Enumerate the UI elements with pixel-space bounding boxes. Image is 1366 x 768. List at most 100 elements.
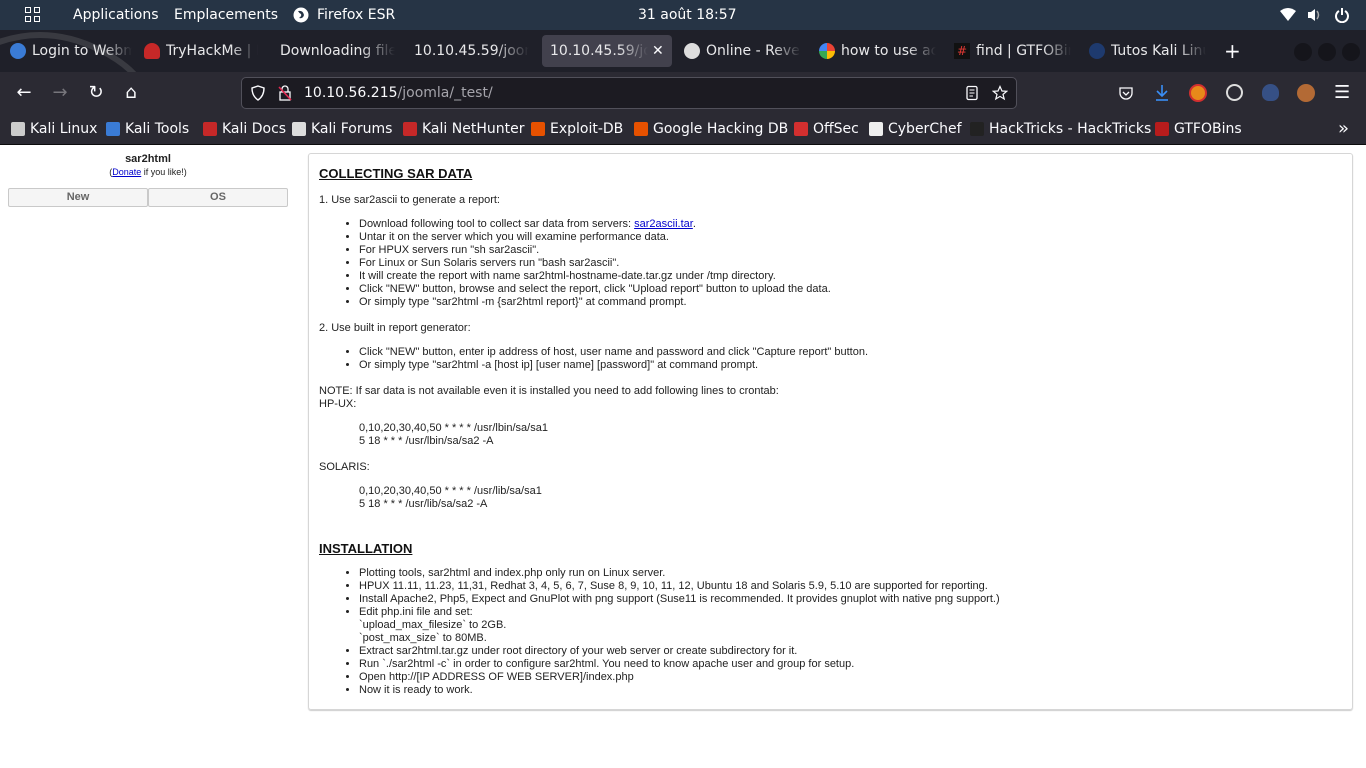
bookmarks-toolbar: Kali Linux Kali Tools Kali Docs Kali For… (0, 114, 1366, 145)
bookmarks-overflow-icon[interactable]: » (1338, 114, 1349, 144)
list-item: Edit php.ini file and set:`upload_max_fi… (359, 606, 1342, 645)
tab-gtfobins-find[interactable]: # find | GTFOBin (954, 35, 1074, 67)
forward-icon[interactable]: → (50, 83, 70, 103)
new-button[interactable]: New (8, 188, 148, 207)
wifi-icon[interactable] (1280, 7, 1296, 23)
tab-downloading-files[interactable]: Downloading files (280, 35, 398, 67)
volume-icon[interactable] (1306, 7, 1322, 23)
kali-tools-icon (106, 122, 120, 136)
power-icon[interactable] (1334, 7, 1350, 23)
insecure-lock-icon[interactable] (277, 85, 293, 101)
web-page: sar2html (Donate if you like!) New OS CO… (0, 145, 1366, 768)
navigation-toolbar: ← → ↻ ⌂ 10.10.56.215/joomla/_test/ ☰ (0, 72, 1366, 114)
url-text[interactable]: 10.10.56.215/joomla/_test/ (304, 78, 493, 108)
bookmark-kali-nethunter[interactable]: Kali NetHunter (403, 114, 524, 144)
bookmark-kali-forums[interactable]: Kali Forums (292, 114, 392, 144)
hacktricks-icon (970, 122, 984, 136)
collecting-sar-data-heading: COLLECTING SAR DATA (319, 166, 473, 181)
google-icon (819, 43, 835, 59)
bookmark-offsec[interactable]: OffSec (794, 114, 859, 144)
new-tab-button[interactable]: + (1224, 35, 1241, 67)
bookmark-star-icon[interactable] (992, 85, 1008, 101)
donate-link[interactable]: Donate (112, 167, 141, 177)
help-panel: COLLECTING SAR DATA 1. Use sar2ascii to … (308, 153, 1353, 710)
step2-text: 2. Use built in report generator: (319, 322, 471, 334)
list-item: Untar it on the server which you will ex… (359, 231, 1342, 244)
hpux-cron-lines: 0,10,20,30,40,50 * * * * /usr/lbin/sa/sa… (359, 422, 548, 447)
address-bar[interactable]: 10.10.56.215/joomla/_test/ (241, 77, 1017, 109)
solaris-label: SOLARIS: (319, 461, 370, 473)
bookmark-exploit-db[interactable]: Exploit-DB (531, 114, 623, 144)
tab-tutos-kali[interactable]: Tutos Kali Linu (1089, 35, 1209, 67)
active-app-menu[interactable]: Firefox ESR (293, 0, 395, 30)
step1-text: 1. Use sar2ascii to generate a report: (319, 194, 500, 206)
os-button[interactable]: OS (148, 188, 288, 207)
kali-docs-icon (203, 122, 217, 136)
skull-icon (684, 43, 700, 59)
cookie-extension-icon[interactable] (1226, 84, 1243, 101)
bookmark-google-hacking-db[interactable]: Google Hacking DB (634, 114, 788, 144)
close-window-button[interactable] (1342, 43, 1360, 61)
tab-joomla-1[interactable]: 10.10.45.59/joom (414, 35, 532, 67)
kali-forums-icon (292, 122, 306, 136)
bookmark-kali-linux[interactable]: Kali Linux (11, 114, 97, 144)
installation-heading: INSTALLATION (319, 541, 413, 556)
bookmark-gtfobins[interactable]: GTFOBins (1155, 114, 1242, 144)
list-item: Open http://[IP ADDRESS OF WEB SERVER]/i… (359, 671, 1342, 684)
reload-icon[interactable]: ↻ (86, 83, 106, 103)
list-item: Or simply type "sar2html -a [host ip] [u… (359, 359, 1342, 372)
app-grid-icon[interactable] (25, 7, 41, 23)
applications-menu[interactable]: Applications (73, 0, 159, 30)
offsec-icon (794, 122, 808, 136)
nethunter-icon (403, 122, 417, 136)
close-tab-icon[interactable]: ✕ (652, 35, 664, 67)
bookmark-kali-docs[interactable]: Kali Docs (203, 114, 286, 144)
shield-icon[interactable] (250, 85, 266, 101)
downloads-icon[interactable] (1154, 84, 1170, 102)
list-item: HPUX 11.11, 11.23, 11,31, Redhat 3, 4, 5… (359, 580, 1342, 593)
list-item: Plotting tools, sar2html and index.php o… (359, 567, 1342, 580)
list-item: Click "NEW" button, browse and select th… (359, 283, 1342, 296)
app-title: sar2html (125, 153, 171, 165)
sar2ascii-download-link[interactable]: sar2ascii.tar (634, 218, 693, 230)
maximize-button[interactable] (1318, 43, 1336, 61)
webmin-icon (10, 43, 26, 59)
places-menu[interactable]: Emplacements (174, 0, 278, 30)
list-item: Now it is ready to work. (359, 684, 1342, 697)
tab-online-reverse[interactable]: Online - Rever (684, 35, 804, 67)
list-item: It will create the report with name sar2… (359, 270, 1342, 283)
bookmark-cyberchef[interactable]: CyberChef (869, 114, 962, 144)
step1-list: Download following tool to collect sar d… (359, 218, 1342, 309)
back-icon[interactable]: ← (14, 83, 34, 103)
tab-strip: Login to Webmin TryHackMe | B Downloadin… (0, 30, 1366, 72)
list-item: Extract sar2html.tar.gz under root direc… (359, 645, 1342, 658)
installation-list: Plotting tools, sar2html and index.php o… (359, 567, 1342, 697)
bookmark-hacktricks[interactable]: HackTricks - HackTricks (970, 114, 1151, 144)
bookmark-kali-tools[interactable]: Kali Tools (106, 114, 189, 144)
tab-tryhackme[interactable]: TryHackMe | B (144, 35, 264, 67)
ghdb-icon (634, 122, 648, 136)
step2-list: Click "NEW" button, enter ip address of … (359, 346, 1342, 372)
kali-icon (1089, 43, 1105, 59)
tab-google-search[interactable]: how to use ac (819, 35, 939, 67)
pocket-icon[interactable] (1118, 85, 1134, 101)
sar2html-sidebar: sar2html (Donate if you like!) New OS (8, 153, 288, 207)
home-icon[interactable]: ⌂ (121, 83, 141, 103)
list-item: For HPUX servers run "sh sar2ascii". (359, 244, 1342, 257)
tab-webmin[interactable]: Login to Webmin (10, 35, 140, 67)
active-app-label: Firefox ESR (317, 7, 396, 23)
extension-blocker-icon[interactable] (1189, 84, 1207, 102)
cookie-editor-icon[interactable] (1297, 84, 1315, 102)
tab-joomla-active[interactable]: 10.10.45.59/joo ✕ (542, 35, 672, 67)
gtfobins-bookmark-icon (1155, 122, 1169, 136)
kali-dragon-icon (11, 122, 25, 136)
vpn-extension-icon[interactable] (1262, 84, 1279, 101)
list-item: Run `./sar2html -c` in order to configur… (359, 658, 1342, 671)
minimize-button[interactable] (1294, 43, 1312, 61)
reader-view-icon[interactable] (964, 85, 980, 101)
solaris-cron-lines: 0,10,20,30,40,50 * * * * /usr/lib/sa/sa1… (359, 485, 542, 510)
menu-icon[interactable]: ☰ (1334, 82, 1350, 103)
firefox-icon (293, 7, 309, 23)
gtfobins-icon: # (954, 43, 970, 59)
clock[interactable]: 31 août 18:57 (638, 0, 737, 30)
